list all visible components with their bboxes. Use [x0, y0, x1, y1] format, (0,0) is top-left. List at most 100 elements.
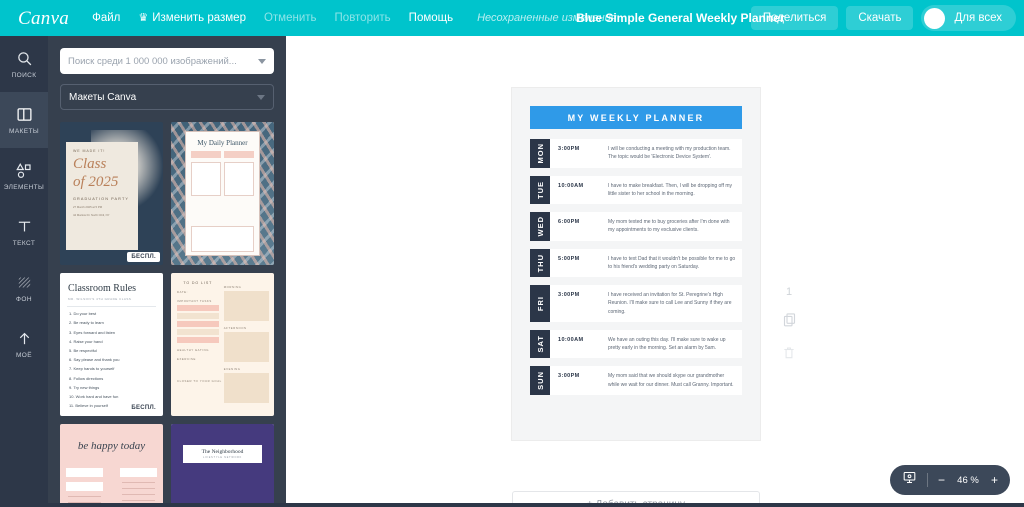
- day-body[interactable]: 3:00PM I will be conducting a meeting wi…: [550, 139, 742, 168]
- field-label: AFTERNOON: [223, 326, 247, 330]
- template-thumbnail-to-do-list[interactable]: TO DO LIST DATE: IMPORTANT TASKS HEALTHY…: [171, 273, 274, 416]
- present-icon[interactable]: [902, 470, 917, 490]
- day-tag: TUE: [530, 175, 550, 204]
- menu-item-file[interactable]: Файл: [83, 8, 129, 28]
- duplicate-page-icon[interactable]: [782, 312, 797, 332]
- share-button[interactable]: Поделиться: [750, 6, 839, 30]
- day-label: MON: [535, 143, 545, 164]
- day-label: THU: [535, 253, 545, 272]
- canva-editor: Canva Файл ♛ Изменить размер Отменить По…: [0, 0, 1024, 507]
- menu-item-redo-label: Повторить: [334, 12, 391, 24]
- day-label: TUE: [535, 180, 545, 199]
- template-detail-2: 44 Marlow Dr. North Chili, NY: [73, 212, 110, 217]
- day-text: My mom texted me to buy groceries after …: [608, 219, 730, 234]
- planner-row[interactable]: WED 6:00PM My mom texted me to buy groce…: [530, 212, 742, 241]
- menu-item-undo[interactable]: Отменить: [255, 8, 326, 28]
- design-page[interactable]: MY WEEKLY PLANNER MON 3:00PM I will be c…: [512, 88, 760, 440]
- day-text: I will be conducting a meeting with my p…: [608, 146, 731, 161]
- sidebar-item-uploads-label: МОЁ: [15, 352, 32, 359]
- day-label: SAT: [535, 335, 545, 353]
- crown-icon: ♛: [138, 11, 149, 24]
- rule-item: 6. Say please and thank you: [69, 357, 120, 363]
- canvas-area[interactable]: MY WEEKLY PLANNER MON 3:00PM I will be c…: [286, 36, 1024, 507]
- day-body[interactable]: 3:00PM My mom said that we should skype …: [550, 366, 742, 395]
- page-tools: 1: [774, 286, 804, 365]
- delete-page-icon[interactable]: [782, 346, 796, 365]
- day-body[interactable]: 3:00PM I have received an invitation for…: [550, 285, 742, 322]
- sidebar-item-text[interactable]: ТЕКСТ: [0, 204, 48, 260]
- zoom-controls: − 46 % +: [889, 465, 1010, 495]
- day-text: We have an outing this day. I'll make su…: [608, 336, 726, 351]
- sidebar-item-background[interactable]: ФОН: [0, 260, 48, 316]
- sidebar-item-layouts-label: МАКЕТЫ: [9, 128, 39, 135]
- day-time: 3:00PM: [558, 373, 580, 380]
- planner-row[interactable]: TUE 10:00AM I have to make breakfast. Th…: [530, 175, 742, 204]
- field-row: [191, 151, 254, 158]
- menu-item-redo[interactable]: Повторить: [326, 8, 400, 28]
- audience-label: Для всех: [954, 12, 1002, 24]
- day-body[interactable]: 5:00PM I have to text Dad that it wouldn…: [550, 248, 742, 277]
- planner-banner[interactable]: MY WEEKLY PLANNER: [530, 106, 742, 129]
- audience-selector[interactable]: Для всех: [921, 5, 1016, 31]
- sidebar-item-uploads[interactable]: МОЁ: [0, 316, 48, 372]
- template-thumbnail-classroom-rules[interactable]: Classroom Rules MR. WILSON'S 4TH GRADE C…: [60, 273, 163, 416]
- zoom-out-button[interactable]: −: [938, 474, 945, 486]
- day-body[interactable]: 10:00AM We have an outing this day. I'll…: [550, 329, 742, 359]
- field-block: [191, 226, 254, 252]
- chevron-down-icon[interactable]: [258, 58, 266, 64]
- menu-item-file-label: Файл: [92, 12, 121, 24]
- search-box[interactable]: [60, 48, 274, 74]
- field-label: IMPORTANT TASKS: [177, 299, 212, 303]
- template-thumbnail-be-happy-today[interactable]: be happy today: [60, 424, 163, 507]
- template-title-line2: of 2025: [73, 174, 119, 191]
- day-body[interactable]: 6:00PM My mom texted me to buy groceries…: [550, 212, 742, 241]
- rule-item: 2. Be ready to learn: [69, 320, 104, 326]
- sidebar-item-elements[interactable]: ЭЛЕМЕНТЫ: [0, 148, 48, 204]
- layouts-icon: [16, 105, 33, 124]
- day-tag: WED: [530, 212, 550, 241]
- planner-row[interactable]: FRI 3:00PM I have received an invitation…: [530, 285, 742, 322]
- rule-item: 8. Follow directions: [69, 375, 104, 381]
- search-input[interactable]: [68, 55, 258, 67]
- field-block: [120, 468, 157, 477]
- divider: [67, 306, 156, 307]
- sidebar-item-layouts[interactable]: МАКЕТЫ: [0, 92, 48, 148]
- template-thumbnail-newsletter[interactable]: The Neighborhood LIFESTYLE NETWORK IN TH…: [171, 424, 274, 507]
- menu-item-help[interactable]: Помощь: [400, 8, 462, 28]
- day-time: 3:00PM: [558, 292, 580, 298]
- free-badge: БЕСПЛ.: [127, 403, 160, 413]
- day-body[interactable]: 10:00AM I have to make breakfast. Then, …: [550, 175, 742, 204]
- template-subtitle: MR. WILSON'S 4TH GRADE CLASS: [68, 297, 132, 301]
- bottom-strip: [0, 503, 1024, 507]
- avatar: [924, 7, 946, 29]
- sidebar-item-search-label: ПОИСК: [11, 72, 37, 79]
- newsletter-header: The Neighborhood LIFESTYLE NETWORK: [171, 424, 274, 505]
- planner-row[interactable]: MON 3:00PM I will be conducting a meetin…: [530, 139, 742, 168]
- template-grid: WE MADE IT! Class of 2025 GRADUATION PAR…: [60, 122, 274, 507]
- field-block: [66, 468, 103, 477]
- template-title: My Daily Planner: [197, 139, 248, 147]
- newsletter-masthead: The Neighborhood LIFESTYLE NETWORK: [183, 444, 262, 463]
- category-dropdown[interactable]: Макеты Canva: [60, 84, 274, 110]
- planner-row[interactable]: SUN 3:00PM My mom said that we should sk…: [530, 366, 742, 395]
- day-text: I have to make breakfast. Then, I will b…: [608, 182, 733, 197]
- download-button[interactable]: Скачать: [846, 6, 914, 30]
- template-thumbnail-daily-planner[interactable]: My Daily Planner: [171, 122, 274, 265]
- zoom-in-button[interactable]: +: [991, 474, 998, 486]
- day-time: 10:00AM: [558, 182, 584, 189]
- sidebar-item-search[interactable]: ПОИСК: [0, 36, 48, 92]
- schedule-column: MORNING AFTERNOON EVENING: [223, 280, 269, 406]
- rule-item: 5. Be respectful: [69, 347, 97, 353]
- field-block: [66, 482, 103, 491]
- masthead-subtitle: LIFESTYLE NETWORK: [202, 455, 243, 459]
- planner-row[interactable]: SAT 10:00AM We have an outing this day. …: [530, 329, 742, 359]
- menu-item-resize-label: Изменить размер: [152, 12, 246, 24]
- menu-item-help-label: Помощь: [408, 12, 454, 24]
- planner-row[interactable]: THU 5:00PM I have to text Dad that it wo…: [530, 248, 742, 277]
- menu-item-resize[interactable]: ♛ Изменить размер: [129, 8, 255, 28]
- canva-logo[interactable]: Canva: [8, 9, 83, 28]
- background-icon: [16, 273, 33, 292]
- template-thumbnail-graduation[interactable]: WE MADE IT! Class of 2025 GRADUATION PAR…: [60, 122, 163, 265]
- day-tag: FRI: [530, 285, 550, 322]
- divider: [926, 473, 928, 487]
